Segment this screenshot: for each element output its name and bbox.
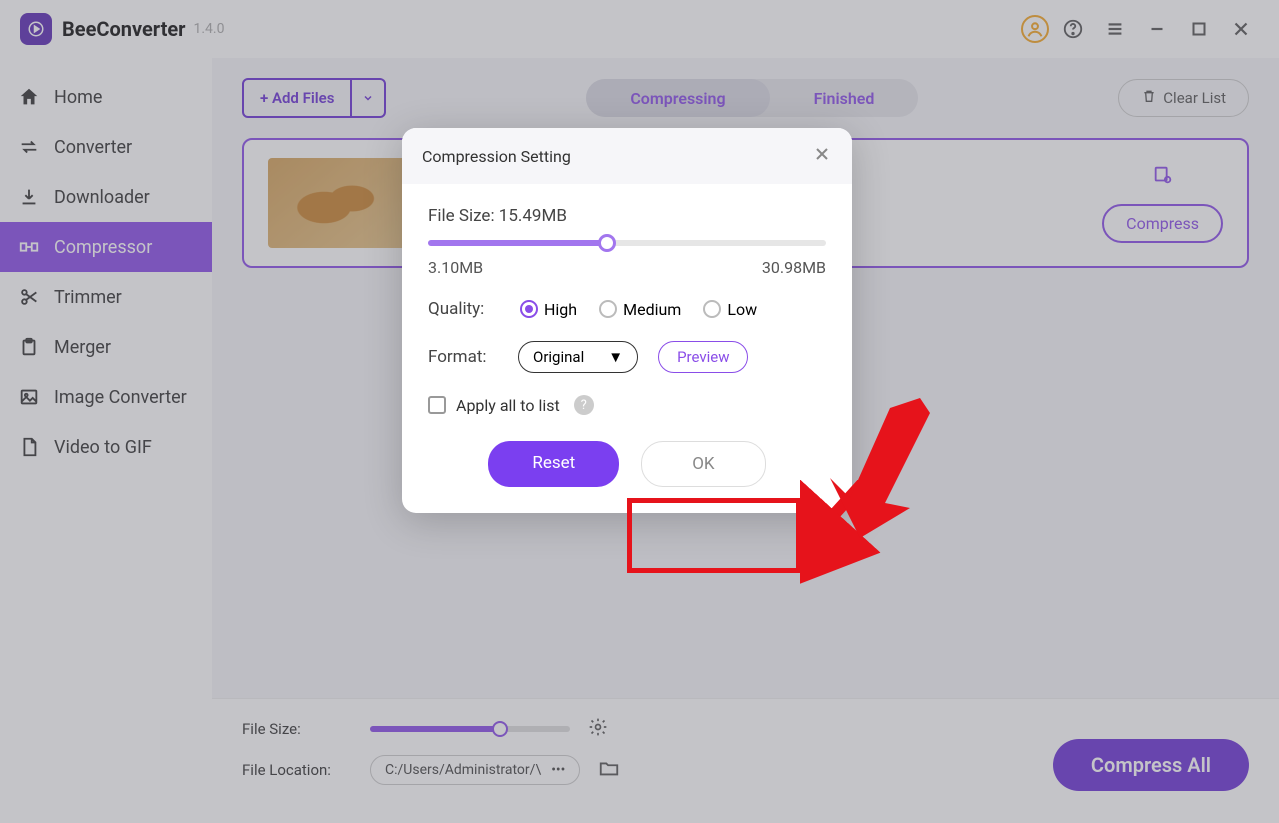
help-tooltip-icon[interactable]: ? [574,395,594,415]
slider-max: 30.98MB [762,258,826,277]
annotation-highlight-box [627,498,801,573]
modal-close-icon[interactable] [812,144,832,168]
reset-button[interactable]: Reset [488,441,619,487]
annotation-arrow-body [820,398,940,548]
quality-medium-radio[interactable]: Medium [599,300,681,319]
modal-filesize-label: File Size: 15.49MB [428,206,826,226]
quality-label: Quality: [428,299,498,319]
modal-size-slider[interactable] [428,240,826,246]
format-label: Format: [428,347,498,367]
apply-all-checkbox[interactable] [428,396,446,414]
quality-high-radio[interactable]: High [520,300,577,319]
preview-button[interactable]: Preview [658,341,748,373]
modal-title: Compression Setting [422,147,571,166]
format-select[interactable]: Original ▼ [518,341,638,373]
quality-low-radio[interactable]: Low [703,300,757,319]
ok-button[interactable]: OK [641,441,765,487]
chevron-down-icon: ▼ [608,348,623,366]
slider-min: 3.10MB [428,258,483,277]
compression-setting-modal: Compression Setting File Size: 15.49MB 3… [402,128,852,513]
apply-all-label: Apply all to list [456,396,560,415]
